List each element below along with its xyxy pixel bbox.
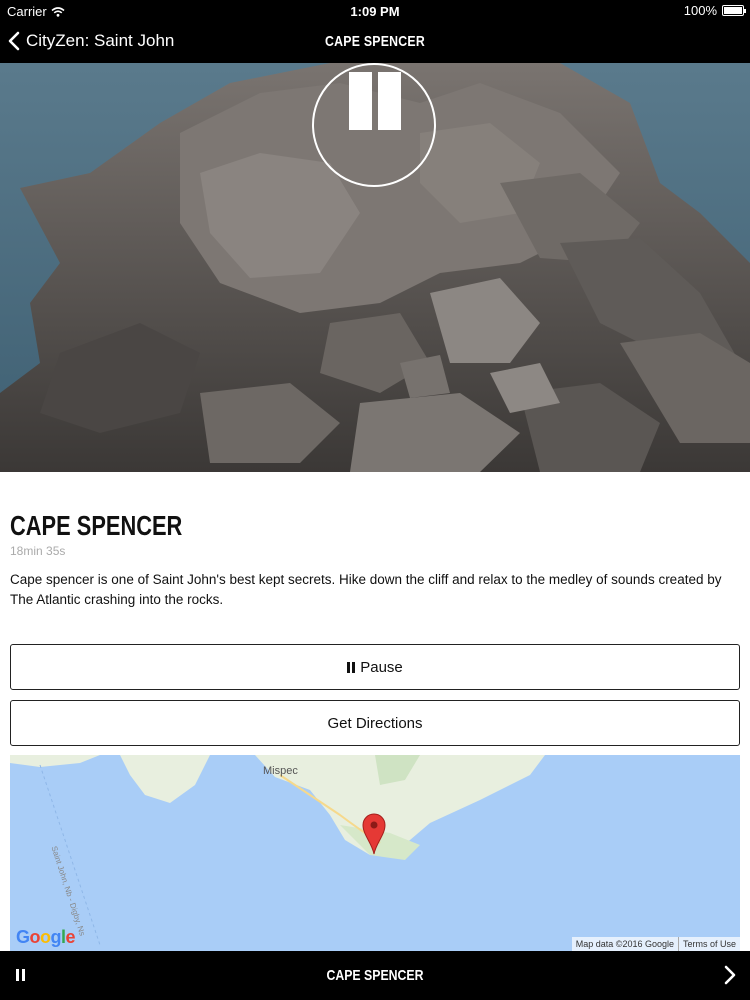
status-time: 1:09 PM [350, 4, 400, 19]
hero-image [0, 63, 750, 472]
chevron-left-icon [8, 31, 20, 51]
hero-pause-button[interactable] [312, 63, 436, 187]
map-place-label: Mispec [263, 765, 298, 777]
directions-button-label: Get Directions [327, 714, 423, 732]
status-bar: Carrier 1:09 PM 100% [0, 0, 750, 22]
pause-button-label: Pause [360, 658, 403, 676]
now-playing-bar[interactable]: CAPE SPENCER [0, 951, 750, 1000]
map-data-credit: Map data ©2016 Google [575, 939, 674, 949]
nav-bar: CityZen: Saint John CAPE SPENCER [0, 22, 750, 63]
page-title: CAPE SPENCER [10, 510, 183, 541]
get-directions-button[interactable]: Get Directions [10, 700, 740, 746]
battery-percent: 100% [683, 3, 717, 18]
pause-icon [349, 72, 372, 130]
pause-button[interactable]: Pause [10, 644, 740, 690]
map-attribution: Map data ©2016 Google Terms of Use [571, 937, 740, 951]
pause-icon[interactable] [16, 969, 25, 981]
duration-label: 18min 35s [10, 544, 66, 558]
terms-of-use-link[interactable]: Terms of Use [677, 937, 740, 951]
now-playing-title: CAPE SPENCER [326, 967, 424, 984]
description-text: Cape spencer is one of Saint John's best… [10, 572, 722, 607]
battery-info: 100% [683, 3, 746, 18]
google-logo: Google [16, 927, 76, 947]
nav-title: CAPE SPENCER [324, 33, 426, 50]
chevron-right-icon[interactable] [724, 965, 736, 985]
pause-icon [347, 661, 356, 673]
battery-icon [722, 5, 746, 16]
map-marker-icon[interactable] [362, 813, 386, 855]
map-view[interactable]: Mispec Saint John, Nb - Digby, Ns Google… [10, 755, 740, 951]
